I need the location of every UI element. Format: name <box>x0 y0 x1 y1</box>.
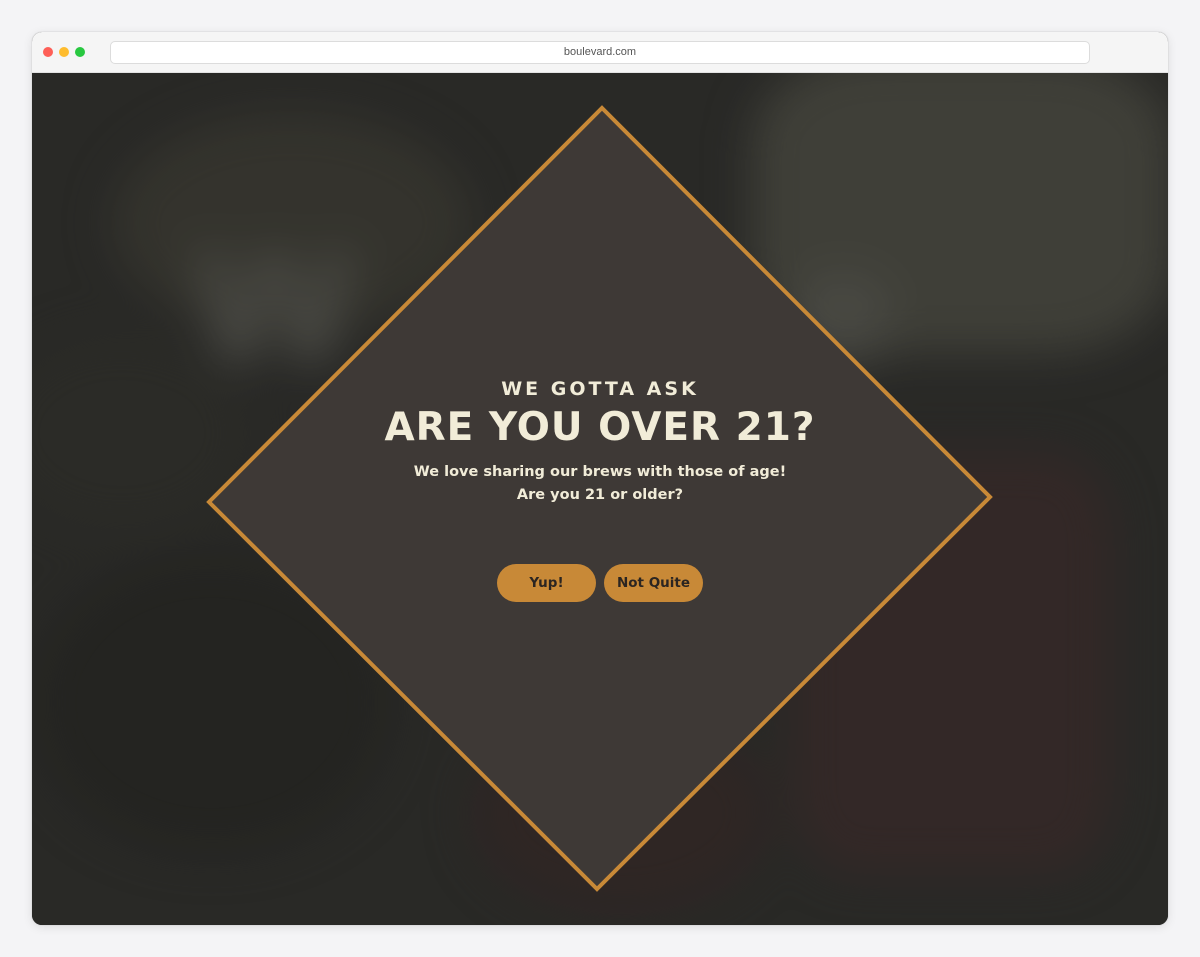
close-window-button[interactable] <box>43 47 53 57</box>
minimize-window-button[interactable] <box>59 47 69 57</box>
browser-titlebar: boulevard.com <box>32 32 1168 73</box>
age-gate-kicker: WE GOTTA ASK <box>501 378 699 400</box>
confirm-age-button[interactable]: Yup! <box>497 564 596 602</box>
page-viewport: W e WE GOTTA ASK ARE YOU OVER 21? We lov… <box>32 73 1168 925</box>
age-gate-message: We love sharing our brews with those of … <box>413 464 787 503</box>
age-gate-headline: ARE YOU OVER 21? <box>384 405 816 450</box>
maximize-window-button[interactable] <box>75 47 85 57</box>
address-bar[interactable]: boulevard.com <box>110 41 1090 64</box>
browser-window: boulevard.com W e WE GOTTA ASK ARE YOU O… <box>32 32 1168 925</box>
age-gate-content: WE GOTTA ASK ARE YOU OVER 21? We love sh… <box>362 377 838 507</box>
deny-age-button[interactable]: Not Quite <box>604 564 703 602</box>
